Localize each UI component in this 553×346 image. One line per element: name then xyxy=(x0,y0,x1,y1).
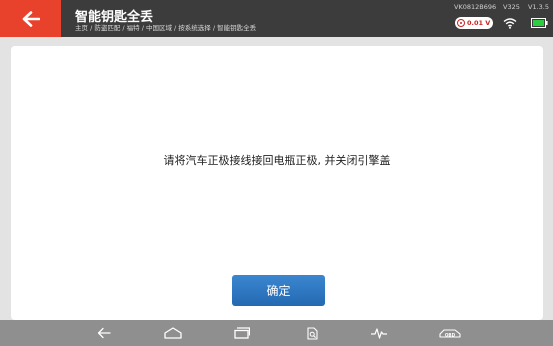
nav-obd-button[interactable]: OBD xyxy=(437,325,463,341)
voltage-badge: 0.01 V xyxy=(455,17,493,29)
search-document-icon xyxy=(306,326,318,340)
obd-label: OBD xyxy=(445,332,456,337)
software-version: V1.3.5 xyxy=(528,3,549,11)
home-icon xyxy=(164,327,182,339)
voltage-icon xyxy=(457,19,465,27)
device-serial: VK0812B696 xyxy=(454,3,497,11)
confirm-button[interactable]: 确定 xyxy=(232,275,325,306)
back-icon xyxy=(97,327,111,339)
app-header: 智能钥匙全丢 主页 / 防盗匹配 / 福特 / 中国区域 / 按系统选择 / 智… xyxy=(0,0,553,37)
battery-icon xyxy=(531,18,548,28)
navigation-bar: OBD xyxy=(0,320,553,346)
nav-diagnostic-button[interactable] xyxy=(370,325,388,341)
nav-back-button[interactable] xyxy=(96,325,112,341)
device-model: V325 xyxy=(503,3,520,11)
wifi-icon xyxy=(503,18,517,29)
recent-apps-icon xyxy=(234,327,250,339)
nav-recent-apps-button[interactable] xyxy=(233,325,251,341)
vehicle-obd-icon: OBD xyxy=(439,328,461,338)
back-arrow-icon xyxy=(22,10,40,27)
nav-home-button[interactable] xyxy=(163,325,183,341)
back-button[interactable] xyxy=(0,0,61,37)
dialog-card: 请将汽车正极接线接回电瓶正极, 并关闭引擎盖 确定 xyxy=(11,46,543,320)
breadcrumb: 主页 / 防盗匹配 / 福特 / 中国区域 / 按系统选择 / 智能钥匙全丢 xyxy=(75,24,257,32)
voltage-value: 0.01 V xyxy=(467,19,491,27)
diagnostic-pulse-icon xyxy=(371,328,387,339)
instruction-message: 请将汽车正极接线接回电瓶正极, 并关闭引擎盖 xyxy=(163,154,391,167)
nav-report-button[interactable] xyxy=(305,325,319,341)
